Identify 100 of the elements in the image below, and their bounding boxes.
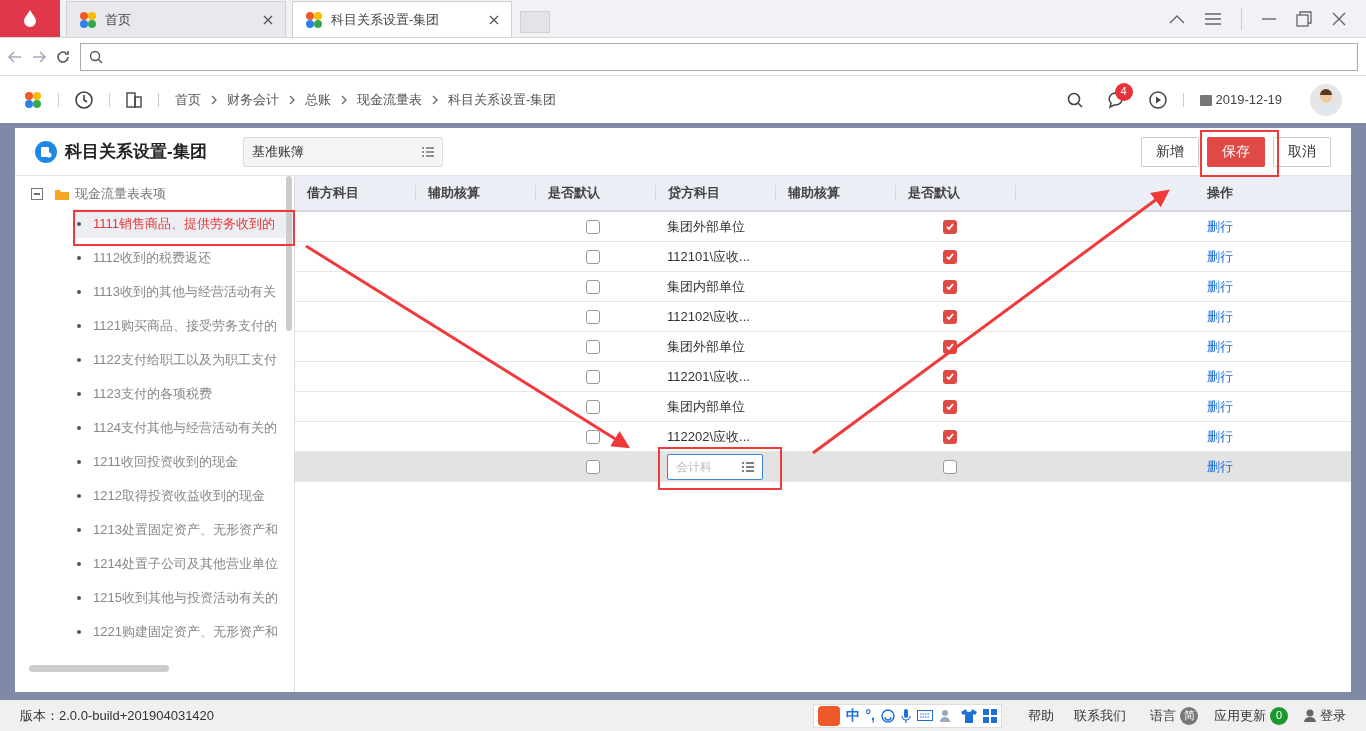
tree-item[interactable]: 1212取得投资收益收到的现金 <box>73 481 294 510</box>
checkbox[interactable] <box>586 249 600 264</box>
column-header: 操作 <box>1207 184 1233 203</box>
scrollbar[interactable] <box>29 665 169 672</box>
footer-link[interactable]: 帮助 <box>1028 705 1054 726</box>
delete-row-link[interactable]: 删行 <box>1207 278 1233 294</box>
action-button[interactable]: 新增 <box>1141 136 1199 167</box>
reload-icon[interactable] <box>56 49 70 64</box>
chevron-right-icon <box>341 94 347 105</box>
check-icon <box>945 221 955 232</box>
bullet-icon <box>77 255 81 260</box>
smiley-icon[interactable] <box>881 708 895 723</box>
breadcrumb-link[interactable]: 科目关系设置-集团 <box>448 89 557 110</box>
back-arrow-icon[interactable] <box>8 50 22 63</box>
tree-node[interactable]: 现金流量表表项 <box>75 184 166 204</box>
browser-tab[interactable]: 首页 <box>66 1 286 37</box>
ime-mode[interactable]: 中 <box>845 705 860 726</box>
checkbox[interactable] <box>943 279 957 294</box>
delete-row-link[interactable]: 删行 <box>1207 398 1233 414</box>
login-link[interactable]: 登录 <box>1320 705 1346 726</box>
footer-link[interactable]: 联系我们 <box>1074 705 1126 726</box>
footer-link[interactable]: 应用更新 <box>1214 705 1266 726</box>
checkbox[interactable] <box>586 279 600 294</box>
checkbox[interactable] <box>586 219 600 234</box>
footer-link[interactable]: 语言 <box>1150 705 1176 726</box>
tree-item[interactable]: 1123支付的各项税费 <box>73 379 294 408</box>
delete-row-link[interactable]: 删行 <box>1207 338 1233 354</box>
checkbox[interactable] <box>586 459 600 474</box>
tree-item[interactable]: 1113收到的其他与经营活动有关 <box>73 277 294 306</box>
shirt-icon[interactable] <box>961 708 977 723</box>
breadcrumb-link[interactable]: 财务会计 <box>227 89 279 110</box>
tree-item[interactable]: 1211收回投资收到的现金 <box>73 447 294 476</box>
column-header: 借方科目 <box>307 184 359 203</box>
table-cell-text: 集团内部单位 <box>667 277 745 296</box>
collapse-toggle[interactable] <box>31 188 43 200</box>
scrollbar[interactable] <box>286 176 292 331</box>
delete-row-link[interactable]: 删行 <box>1207 218 1233 234</box>
breadcrumb-link[interactable]: 首页 <box>175 89 201 110</box>
checkbox[interactable] <box>943 249 957 264</box>
checkbox[interactable] <box>943 219 957 234</box>
ime-toolbar[interactable]: 中 °, <box>812 703 1002 728</box>
delete-row-link[interactable]: 删行 <box>1207 428 1233 444</box>
ime-mode[interactable]: °, <box>865 705 875 726</box>
tree-item[interactable]: 1122支付给职工以及为职工支付 <box>73 345 294 374</box>
forward-arrow-icon[interactable] <box>32 50 46 63</box>
clock-icon[interactable] <box>75 90 93 109</box>
browser-logo[interactable] <box>0 0 60 37</box>
bullet-icon <box>77 527 81 532</box>
table-row[interactable]: 会计科 删行 <box>295 452 1351 482</box>
minimize-icon[interactable] <box>1262 17 1276 20</box>
maximize-icon[interactable] <box>1296 10 1312 27</box>
breadcrumb-link[interactable]: 现金流量表 <box>357 89 422 110</box>
checkbox[interactable] <box>943 399 957 414</box>
bullet-icon <box>77 595 81 600</box>
delete-row-link[interactable]: 删行 <box>1207 458 1233 474</box>
checkbox[interactable] <box>586 429 600 444</box>
checkbox[interactable] <box>943 459 957 474</box>
action-button[interactable]: 取消 <box>1273 136 1331 167</box>
close-icon[interactable] <box>263 14 273 25</box>
checkbox[interactable] <box>586 399 600 414</box>
checkbox[interactable] <box>586 309 600 324</box>
avatar[interactable] <box>1310 83 1342 116</box>
play-icon[interactable] <box>1148 90 1167 109</box>
tree-item[interactable]: 1221购建固定资产、无形资产和 <box>73 617 294 646</box>
checkbox[interactable] <box>943 369 957 384</box>
checkbox[interactable] <box>586 369 600 384</box>
close-icon[interactable] <box>1332 11 1346 26</box>
delete-row-link[interactable]: 删行 <box>1207 308 1233 324</box>
ledger-select[interactable]: 基准账簿 <box>242 136 443 167</box>
checkbox[interactable] <box>943 309 957 324</box>
tree-item[interactable]: 1121购买商品、接受劳务支付的 <box>73 311 294 340</box>
close-icon[interactable] <box>489 14 499 25</box>
folder-icon <box>55 188 69 200</box>
bullet-icon <box>77 425 81 430</box>
search-icon[interactable] <box>1066 91 1083 108</box>
browser-tab[interactable]: 科目关系设置-集团 <box>292 1 512 37</box>
tree-item[interactable]: 1213处置固定资产、无形资产和 <box>73 515 294 544</box>
grid-icon[interactable] <box>983 708 997 723</box>
delete-row-link[interactable]: 删行 <box>1207 248 1233 264</box>
check-icon <box>945 311 955 322</box>
chevron-up-icon[interactable] <box>1169 13 1185 24</box>
save-button[interactable]: 保存 <box>1207 136 1265 167</box>
tree-item[interactable]: 1214处置子公司及其他营业单位 <box>73 549 294 578</box>
column-header: 是否默认 <box>908 184 960 203</box>
address-field[interactable] <box>80 42 1358 71</box>
ime-logo-icon <box>817 705 840 726</box>
bullet-icon <box>77 629 81 634</box>
checkbox[interactable] <box>586 339 600 354</box>
tree-item[interactable]: 1124支付其他与经营活动有关的 <box>73 413 294 442</box>
tree-item[interactable]: 1112收到的税费返还 <box>73 243 294 272</box>
breadcrumb-link[interactable]: 总账 <box>305 89 331 110</box>
tree-item[interactable]: 1215收到其他与投资活动有关的 <box>73 583 294 612</box>
menu-icon[interactable] <box>1205 12 1221 25</box>
building-icon[interactable] <box>126 91 142 108</box>
keyboard-icon[interactable] <box>917 710 933 721</box>
language-badge: 简 <box>1180 706 1198 725</box>
microphone-icon[interactable] <box>901 708 911 723</box>
delete-row-link[interactable]: 删行 <box>1207 368 1233 384</box>
bullet-icon <box>77 561 81 566</box>
checkbox[interactable] <box>943 429 957 444</box>
